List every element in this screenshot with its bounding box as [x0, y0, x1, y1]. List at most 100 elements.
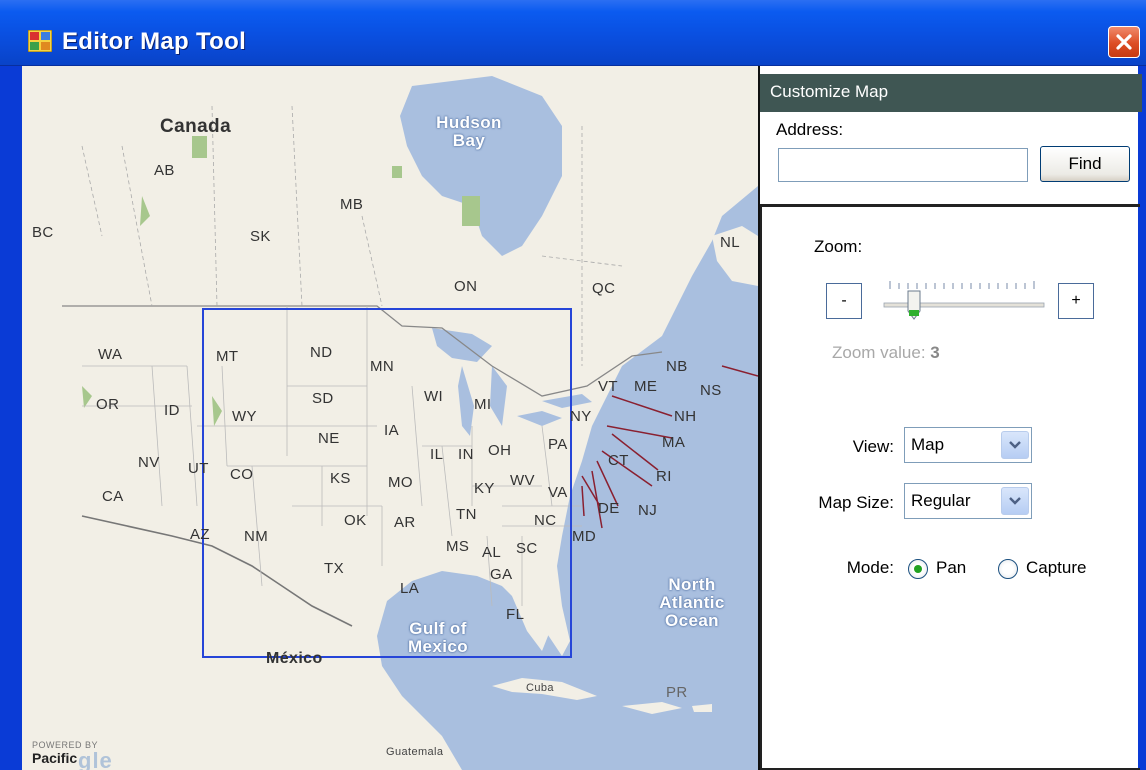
- chevron-down-icon[interactable]: [1001, 487, 1029, 515]
- map-label-ut: UT: [188, 460, 209, 477]
- mode-radio-pan[interactable]: [908, 559, 928, 579]
- map-label-guatemala: Guatemala: [386, 746, 444, 758]
- zoom-label: Zoom:: [814, 237, 863, 256]
- map-label-qc: QC: [592, 280, 616, 297]
- mode-label: Mode:: [846, 558, 894, 577]
- map-label-mt: MT: [216, 348, 239, 365]
- google-logo-fragment: gle: [78, 748, 113, 770]
- map-label-nd: ND: [310, 344, 333, 361]
- map-label-il: IL: [430, 446, 444, 463]
- find-button[interactable]: Find: [1040, 146, 1130, 182]
- zoom-out-button[interactable]: -: [826, 283, 862, 319]
- map-label-north-atlantic: North Atlantic Ocean: [659, 575, 725, 630]
- map-label-on: ON: [454, 278, 478, 295]
- map-label-canada: Canada: [160, 116, 232, 137]
- address-label: Address:: [776, 120, 844, 139]
- map-label-nl: NL: [720, 234, 740, 251]
- map-label-fl: FL: [506, 606, 525, 623]
- map-label-id: ID: [164, 402, 180, 419]
- map-label-ms: MS: [446, 538, 470, 555]
- zoom-value-label: Zoom value:: [832, 343, 926, 362]
- view-label: View:: [852, 437, 894, 456]
- zoom-value-number: 3: [930, 343, 940, 362]
- map-label-ny: NY: [570, 408, 592, 425]
- view-select[interactable]: Map: [904, 427, 1032, 463]
- panel-body: Zoom: - + Zoom value: 3 View: Map Map Si…: [760, 207, 1140, 770]
- close-icon: [1116, 34, 1132, 50]
- map-label-oh: OH: [488, 442, 512, 459]
- map-label-cuba: Cuba: [526, 682, 554, 694]
- map-label-ks: KS: [330, 470, 351, 487]
- mode-radio-pan-label[interactable]: Pan: [936, 558, 966, 578]
- map-label-ar: AR: [394, 514, 416, 531]
- map-label-ri: RI: [656, 468, 672, 485]
- map-label-region: Pacific: [32, 750, 78, 766]
- map-label-wi: WI: [424, 388, 444, 405]
- map-label-nh: NH: [674, 408, 697, 425]
- map-label-co: CO: [230, 466, 254, 483]
- map-label-ne: NE: [318, 430, 340, 447]
- close-button[interactable]: [1108, 26, 1140, 58]
- customize-panel: Customize Map Address: Find Zoom: - + Zo…: [758, 66, 1142, 770]
- map-label-ky: KY: [474, 480, 495, 497]
- map-label-wy: WY: [232, 408, 257, 425]
- map-label-tx: TX: [324, 560, 344, 577]
- app-icon: [28, 30, 52, 52]
- app-window: Editor Map Tool Canada Hudson Bay Gulf o…: [0, 0, 1146, 770]
- map-label-md: MD: [572, 528, 597, 545]
- map-label-de: DE: [598, 500, 620, 517]
- map-label-bc: BC: [32, 224, 54, 241]
- zoom-value-text: Zoom value: 3: [832, 343, 940, 363]
- map-label-al: AL: [482, 544, 502, 561]
- map-label-mb: MB: [340, 196, 364, 213]
- slider-ticks: [889, 281, 1035, 289]
- map-label-nm: NM: [244, 528, 269, 545]
- map-label-wv: WV: [510, 472, 535, 489]
- map-label-mo: MO: [388, 474, 413, 491]
- map-label-ca: CA: [102, 488, 124, 505]
- title-bar[interactable]: Editor Map Tool: [0, 0, 1146, 66]
- map-label-vt: VT: [598, 378, 618, 395]
- map-label-la: LA: [400, 580, 420, 597]
- zoom-in-button[interactable]: +: [1058, 283, 1094, 319]
- map-label-nb: NB: [666, 358, 688, 375]
- window-title: Editor Map Tool: [62, 28, 247, 55]
- map-size-select[interactable]: Regular: [904, 483, 1032, 519]
- map-label-sk: SK: [250, 228, 271, 245]
- view-select-value: Map: [911, 435, 945, 454]
- map-label-az: AZ: [190, 526, 210, 543]
- map-label-or: OR: [96, 396, 120, 413]
- address-input[interactable]: [778, 148, 1028, 182]
- map-label-sc: SC: [516, 540, 538, 557]
- map-label-ok: OK: [344, 512, 367, 529]
- map-label-pr: PR: [666, 684, 688, 701]
- zoom-slider[interactable]: [880, 269, 1048, 325]
- map-label-pa: PA: [548, 436, 568, 453]
- map-label-mn: MN: [370, 358, 395, 375]
- map-label-ab: AB: [154, 162, 175, 179]
- map-label-ia: IA: [384, 422, 399, 439]
- map-label-ns: NS: [700, 382, 722, 399]
- map-label-sd: SD: [312, 390, 334, 407]
- map-label-va: VA: [548, 484, 568, 501]
- caribbean: [622, 702, 712, 714]
- map-label-tn: TN: [456, 506, 477, 523]
- map-size-select-value: Regular: [911, 491, 971, 510]
- map-label-in: IN: [458, 446, 474, 463]
- map-view[interactable]: Canada Hudson Bay Gulf of Mexico North A…: [22, 66, 758, 770]
- map-label-ga: GA: [490, 566, 513, 583]
- map-label-nj: NJ: [638, 502, 658, 519]
- map-label-wa: WA: [98, 346, 123, 363]
- map-label-ct: CT: [608, 452, 629, 469]
- map-label-me: ME: [634, 378, 658, 395]
- map-label-nv: NV: [138, 454, 160, 471]
- map-label-mi: MI: [474, 396, 492, 413]
- map-label-nc: NC: [534, 512, 557, 529]
- mode-radio-capture[interactable]: [998, 559, 1018, 579]
- map-label-gulf-of-mexico: Gulf of Mexico: [407, 619, 469, 656]
- chevron-down-icon[interactable]: [1001, 431, 1029, 459]
- panel-header: Customize Map: [760, 74, 1142, 112]
- mode-radio-capture-label[interactable]: Capture: [1026, 558, 1086, 578]
- map-label-hudson-bay: Hudson Bay: [436, 113, 502, 150]
- map-label-ma: MA: [662, 434, 686, 451]
